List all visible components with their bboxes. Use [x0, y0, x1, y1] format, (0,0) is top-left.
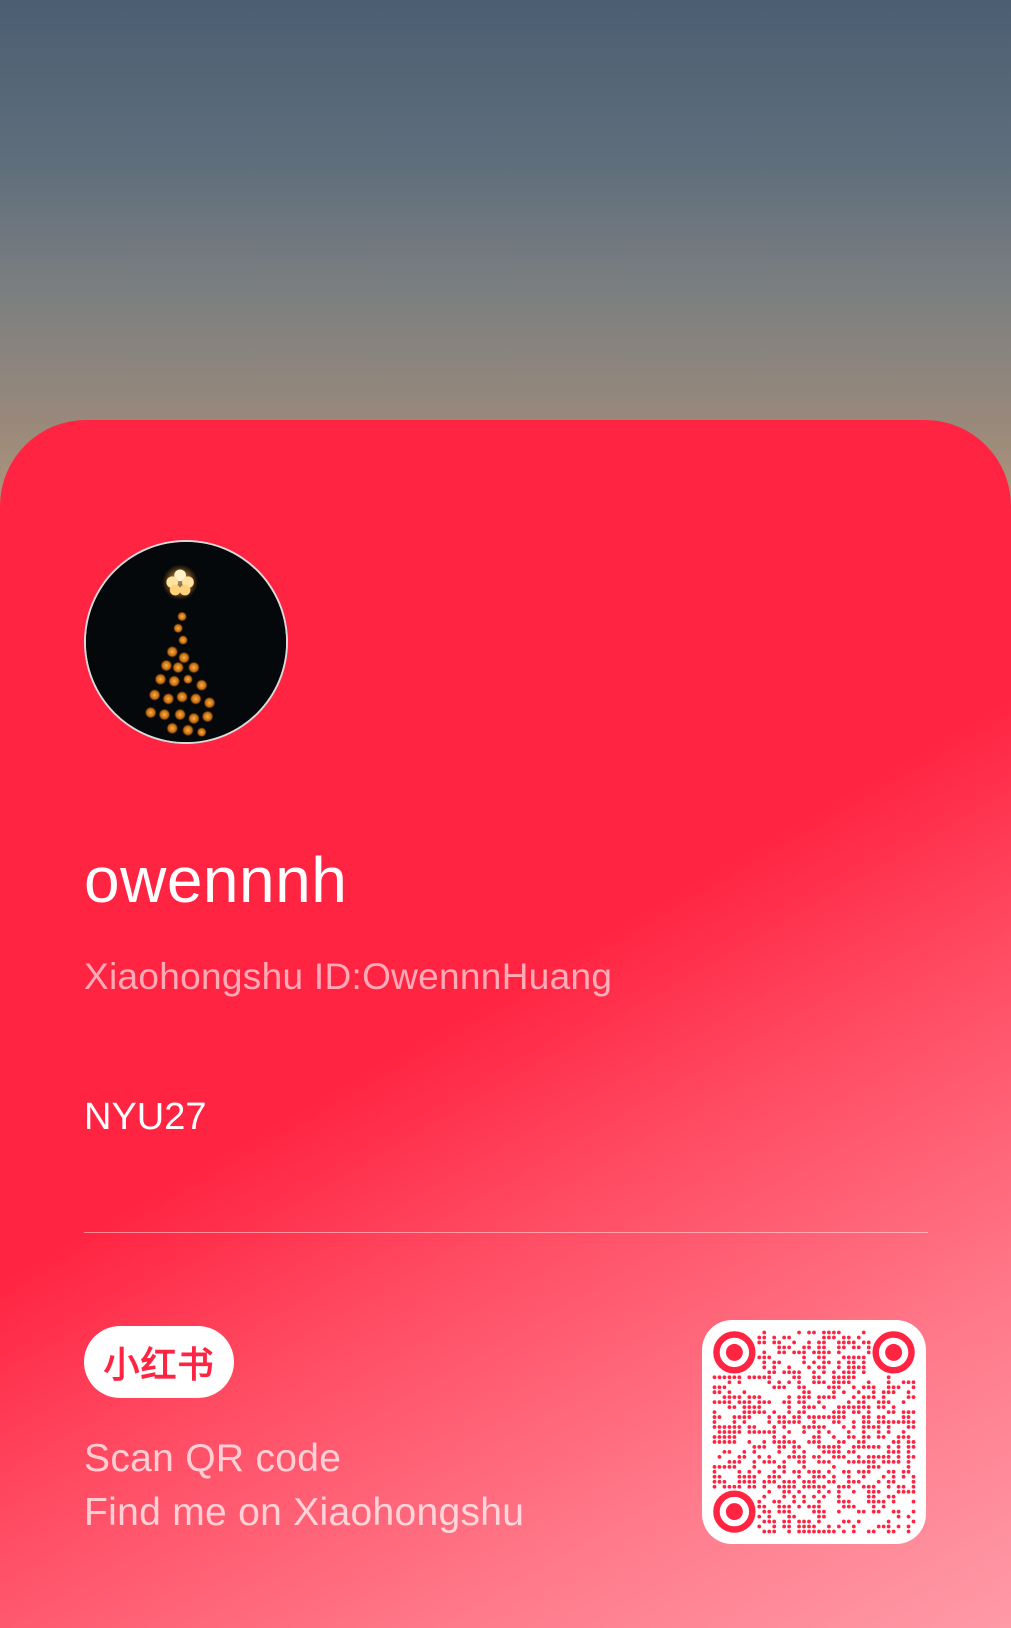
- avatar[interactable]: [84, 540, 288, 744]
- avatar-image: [86, 542, 286, 742]
- qr-code[interactable]: [702, 1320, 926, 1544]
- profile-card: owennnh Xiaohongshu ID:OwennnHuang NYU27…: [0, 420, 1011, 1628]
- qr-finder-center: [885, 1343, 903, 1361]
- qr-finder-center: [725, 1503, 743, 1521]
- username: owennnh: [84, 844, 348, 916]
- bio: NYU27: [84, 1096, 207, 1138]
- scan-line: Scan QR code: [84, 1437, 342, 1480]
- find-me-line: Find me on Xiaohongshu: [84, 1491, 525, 1534]
- qr-finder-center: [725, 1343, 743, 1361]
- qr-code-image: [712, 1330, 916, 1534]
- scan-instructions: Scan QR code Find me on Xiaohongshu: [84, 1432, 524, 1540]
- xiaohongshu-logo: 小红书: [84, 1326, 234, 1398]
- xiaohongshu-id: Xiaohongshu ID:OwennnHuang: [84, 956, 613, 997]
- divider: [84, 1232, 928, 1233]
